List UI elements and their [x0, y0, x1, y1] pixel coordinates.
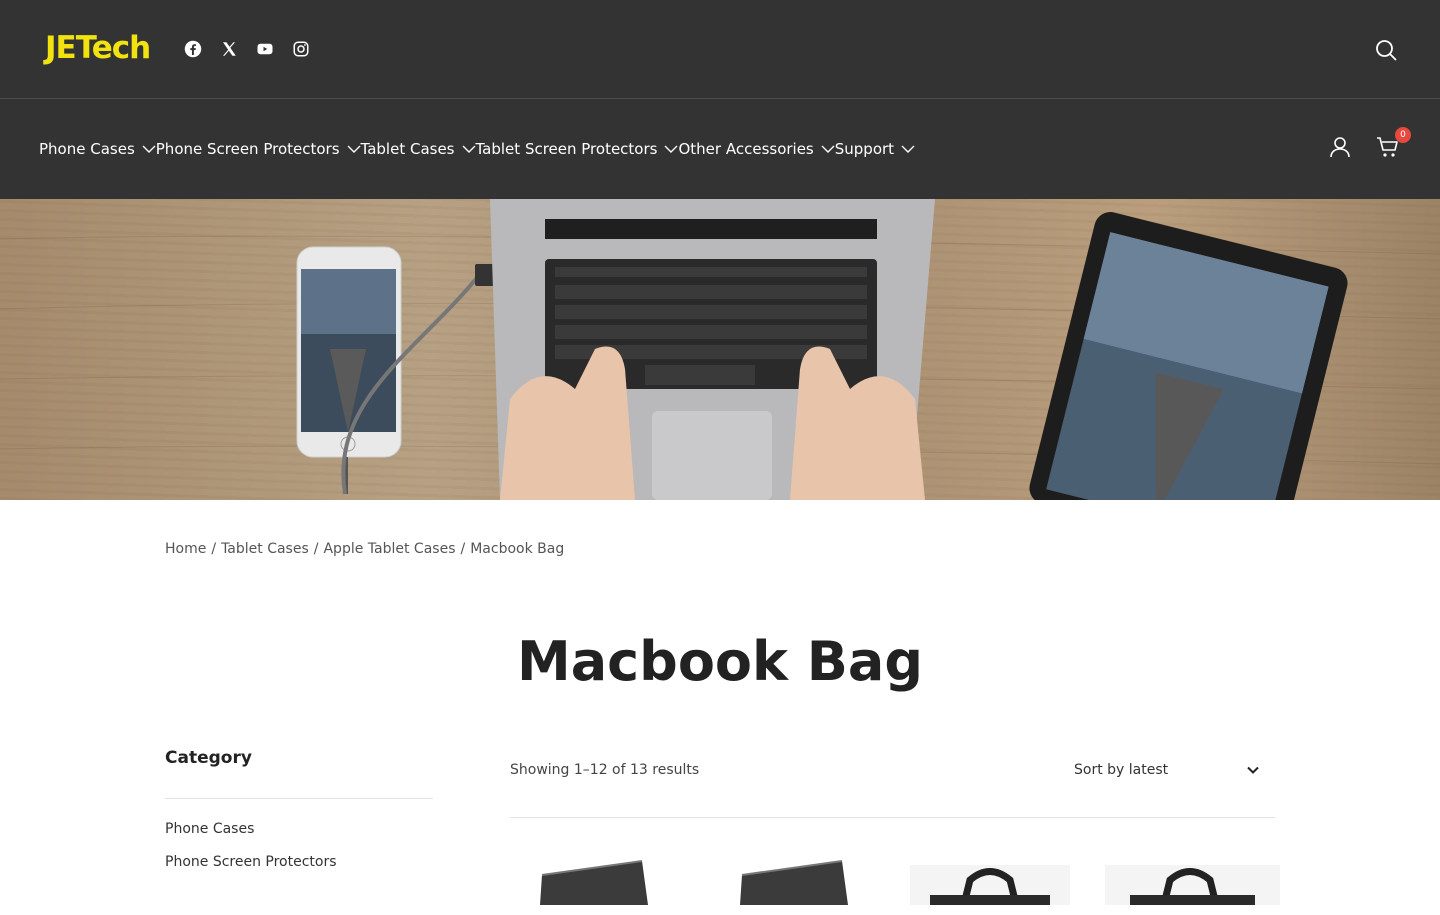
account-icon[interactable] [1328, 135, 1352, 159]
chevron-down-icon [901, 142, 915, 156]
product-image [540, 860, 648, 905]
sidebar-divider [165, 798, 433, 799]
nav-item-label: Other Accessories [678, 140, 814, 158]
results-toolbar: Showing 1–12 of 13 results Sort by lates… [510, 762, 1275, 818]
nav-item-tablet-cases[interactable]: Tablet Cases [361, 140, 476, 158]
product-image [1105, 865, 1280, 905]
category-sidebar: Category Phone Cases Phone Screen Protec… [165, 748, 433, 887]
nav-item-phone-screen-protectors[interactable]: Phone Screen Protectors [156, 140, 361, 158]
nav-item-label: Tablet Screen Protectors [475, 140, 658, 158]
breadcrumb-separator: / [211, 541, 217, 557]
nav-item-label: Phone Screen Protectors [155, 140, 340, 158]
product-image [910, 865, 1070, 905]
product-image [740, 860, 848, 905]
hero-banner [0, 199, 1440, 500]
cart-button[interactable]: 0 [1376, 127, 1411, 159]
top-bar: JETech [0, 0, 1440, 99]
nav-item-support[interactable]: Support [835, 140, 915, 158]
chevron-down-icon [664, 142, 678, 156]
breadcrumb-current: Macbook Bag [470, 541, 565, 557]
x-icon[interactable] [220, 40, 238, 58]
nav-item-phone-cases[interactable]: Phone Cases [39, 140, 156, 158]
category-list: Phone Cases Phone Screen Protectors [165, 821, 433, 870]
facebook-icon[interactable] [184, 40, 202, 58]
instagram-icon[interactable] [292, 40, 310, 58]
breadcrumb-separator: / [313, 541, 319, 557]
product-grid [510, 855, 1280, 915]
nav-item-tablet-screen-protectors[interactable]: Tablet Screen Protectors [476, 140, 679, 158]
social-links [184, 40, 310, 58]
nav-menu: Phone Cases Phone Screen Protectors Tabl… [39, 99, 915, 199]
hero-image [0, 199, 1440, 500]
chevron-down-icon [347, 142, 361, 156]
category-item-phone-cases[interactable]: Phone Cases [165, 821, 433, 837]
chevron-down-icon [1246, 763, 1260, 777]
page-title: Macbook Bag [516, 630, 923, 694]
category-item-phone-screen-protectors[interactable]: Phone Screen Protectors [165, 854, 433, 870]
chevron-down-icon [821, 142, 835, 156]
breadcrumb: Home / Tablet Cases / Apple Tablet Cases / Mac… [165, 541, 564, 557]
breadcrumb-link-home[interactable]: Home [165, 541, 206, 557]
product-card[interactable] [538, 855, 650, 909]
product-card[interactable] [738, 855, 850, 909]
nav-item-label: Phone Cases [39, 140, 135, 158]
breadcrumb-separator: / [460, 541, 466, 557]
cart-icon [1376, 137, 1400, 163]
results-count: Showing 1–12 of 13 results [510, 762, 700, 778]
search-icon[interactable] [1374, 38, 1398, 62]
main-nav: Phone Cases Phone Screen Protectors Tabl… [0, 99, 1440, 199]
sort-select-value: Sort by latest [1074, 762, 1169, 778]
chevron-down-icon [462, 142, 476, 156]
breadcrumb-link-apple-tablet-cases[interactable]: Apple Tablet Cases [323, 541, 455, 557]
sort-select[interactable]: Sort by latest [1074, 762, 1260, 778]
product-card[interactable] [1105, 855, 1280, 909]
site-logo[interactable]: JETech [45, 30, 151, 66]
sidebar-title: Category [165, 748, 252, 768]
nav-item-label: Support [834, 140, 895, 158]
chevron-down-icon [142, 142, 156, 156]
nav-item-other-accessories[interactable]: Other Accessories [678, 140, 835, 158]
cart-count-badge: 0 [1395, 127, 1411, 143]
breadcrumb-link-tablet-cases[interactable]: Tablet Cases [221, 541, 309, 557]
nav-actions: 0 [1328, 127, 1411, 159]
youtube-icon[interactable] [256, 40, 274, 58]
product-card[interactable] [910, 855, 1070, 909]
nav-item-label: Tablet Cases [360, 140, 455, 158]
